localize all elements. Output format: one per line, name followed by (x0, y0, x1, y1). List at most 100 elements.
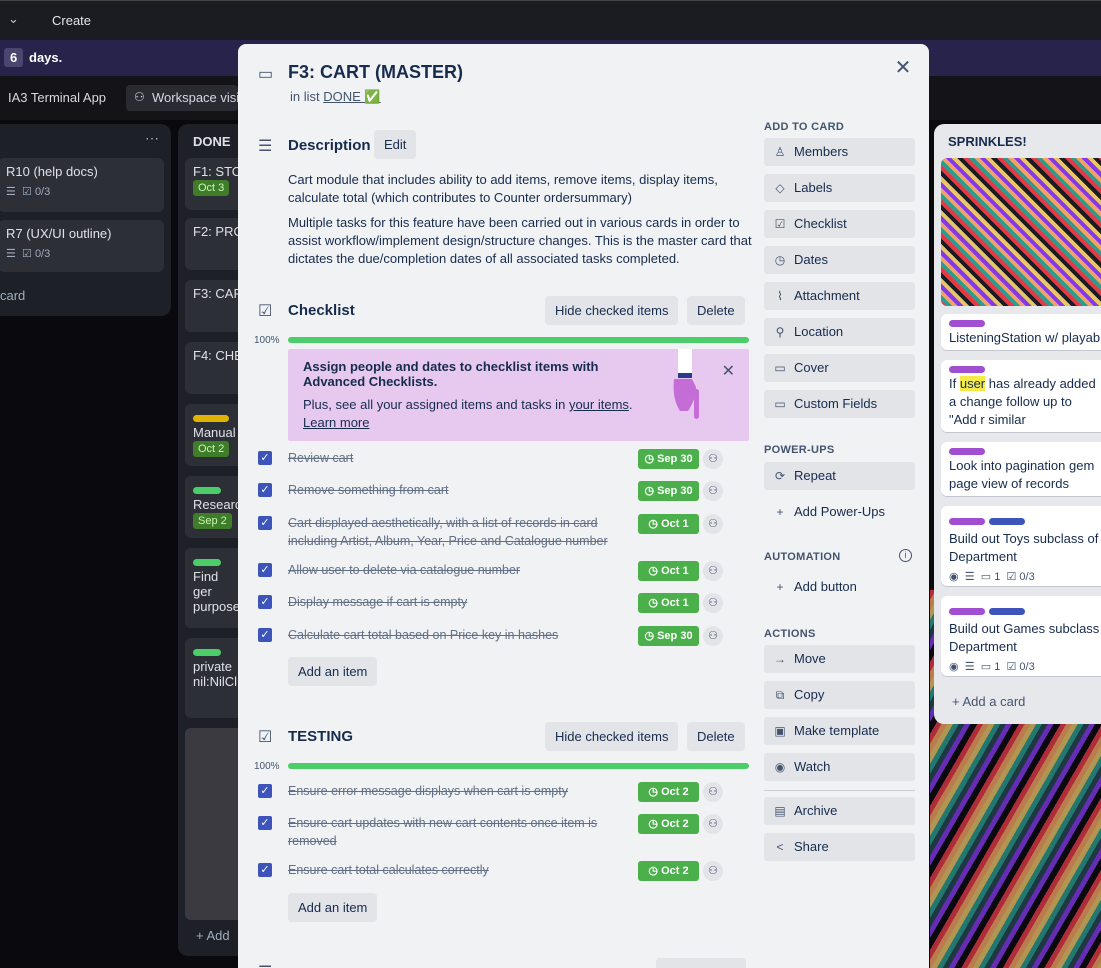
checkbox-checked[interactable]: ✓ (258, 516, 272, 530)
close-icon[interactable]: ✕ (889, 54, 917, 82)
archive-button[interactable]: ▤ Archive (764, 797, 915, 825)
list-card[interactable]: R7 (UX/UI outline) ☰ ☑ 0/3 (0, 220, 164, 272)
checklist-item-text[interactable]: Display message if cart is empty (288, 593, 628, 611)
add-card-button[interactable]: + Add a card (952, 694, 1025, 709)
add-checklist-item-button[interactable]: Add an item (288, 657, 378, 686)
assign-member-icon[interactable]: ⚇ (703, 782, 723, 802)
learn-more-link[interactable]: Learn more (303, 415, 369, 430)
board-name[interactable]: IA3 Terminal App (0, 85, 112, 111)
list-card[interactable]: Build out Toys subclass of Department ◉ … (941, 506, 1101, 586)
checklist-item-text[interactable]: Ensure cart total calculates correctly (288, 861, 628, 879)
list-card[interactable]: Build out Games subclass Department ◉ ☰ … (941, 596, 1101, 676)
checkbox-checked[interactable]: ✓ (258, 863, 272, 877)
attachment-button[interactable]: ⌇ Attachment (764, 282, 915, 310)
move-button[interactable]: → Move (764, 645, 915, 673)
checkbox-checked[interactable]: ✓ (258, 784, 272, 798)
checkbox-checked[interactable]: ✓ (258, 483, 272, 497)
show-details-button[interactable] (656, 958, 746, 968)
testing-checklist-heading[interactable]: TESTING (288, 728, 353, 745)
copy-button[interactable]: ⧉ Copy (764, 681, 915, 709)
card-title[interactable]: F3: CART (MASTER) (288, 62, 463, 83)
info-icon[interactable]: i (899, 549, 912, 562)
checkbox-checked[interactable]: ✓ (258, 816, 272, 830)
checklist-count: 0/3 (34, 186, 51, 198)
checkbox-checked[interactable]: ✓ (258, 451, 272, 465)
due-date-badge[interactable]: ◷ Oct 1 (638, 593, 699, 613)
add-card-button[interactable]: + Add (196, 928, 230, 943)
sidebar-button-label: Custom Fields (794, 396, 878, 411)
due-date-badge[interactable]: ◷ Sep 30 (638, 481, 699, 501)
edit-description-button[interactable]: Edit (374, 130, 417, 159)
assign-member-icon[interactable]: ⚇ (703, 814, 723, 834)
checklist-item-text[interactable]: Cart displayed aesthetically, with a lis… (288, 514, 628, 550)
dismiss-promo-icon[interactable]: ✕ (722, 361, 735, 381)
list-card[interactable]: If user has already added a change follo… (941, 360, 1101, 432)
list-title[interactable]: SPRINKLES! (948, 134, 1027, 149)
due-date-badge[interactable]: ◷ Oct 2 (638, 782, 699, 802)
due-date-badge[interactable]: ◷ Oct 2 (638, 814, 699, 834)
label-chip (949, 448, 985, 455)
list-title[interactable]: DONE (193, 134, 231, 149)
checklist-item-text[interactable]: Review cart (288, 449, 628, 467)
make-template-button[interactable]: ▣ Make template (764, 717, 915, 745)
card-title: Find ger purpose (193, 569, 240, 614)
location-button[interactable]: ⚲ Location (764, 318, 915, 346)
list-card[interactable]: R10 (help docs) ☰ ☑ 0/3 (0, 158, 164, 212)
chevron-down-icon[interactable]: ⌄ (8, 11, 19, 27)
add-power-ups-button[interactable]: + Add Power-Ups (764, 498, 915, 526)
add-card-button[interactable]: card (0, 288, 25, 303)
checklist-heading[interactable]: Checklist (288, 302, 355, 319)
assign-member-icon[interactable]: ⚇ (703, 449, 723, 469)
checklist-item-text[interactable]: Ensure error message displays when cart … (288, 782, 628, 800)
due-date-badge[interactable]: ◷ Oct 2 (638, 861, 699, 881)
checklist-item-text[interactable]: Calculate cart total based on Price key … (288, 626, 628, 644)
clock-icon: ◷ (644, 453, 658, 465)
cover-button[interactable]: ▭ Cover (764, 354, 915, 382)
assign-member-icon[interactable]: ⚇ (703, 514, 723, 534)
testing-percent: 100% (254, 761, 280, 772)
hide-checked-items-button[interactable]: Hide checked items (545, 722, 679, 751)
checkbox-checked[interactable]: ✓ (258, 595, 272, 609)
add-testing-item-button[interactable]: Add an item (288, 893, 378, 922)
checkbox-checked[interactable]: ✓ (258, 563, 272, 577)
description-paragraph[interactable]: Multiple tasks for this feature have bee… (288, 214, 753, 268)
your-items-link[interactable]: your items (569, 397, 629, 412)
share-button[interactable]: < Share (764, 833, 915, 861)
custom-fields-button[interactable]: ▭ Custom Fields (764, 390, 915, 418)
list-link[interactable]: DONE ✅ (323, 89, 380, 104)
checklist-button[interactable]: ☑ Checklist (764, 210, 915, 238)
due-date-badge[interactable]: ◷ Sep 30 (638, 626, 699, 646)
due-date-badge[interactable]: ◷ Oct 1 (638, 514, 699, 534)
create-button[interactable]: Create (52, 13, 91, 28)
add-button-icon: + (776, 580, 784, 594)
workspace-visibility-button[interactable]: ⚇ Workspace visi (126, 85, 238, 111)
list-menu-icon[interactable]: ⋯ (145, 130, 159, 147)
delete-checklist-button[interactable]: Delete (687, 722, 745, 751)
sprinkles-cover-image[interactable] (941, 158, 1101, 306)
due-date-text: Sep 30 (657, 453, 693, 465)
checkbox-checked[interactable]: ✓ (258, 628, 272, 642)
repeat-button[interactable]: ⟳ Repeat (764, 462, 915, 490)
assign-member-icon[interactable]: ⚇ (703, 861, 723, 881)
progress-fill (288, 337, 749, 343)
dates-button[interactable]: ◷ Dates (764, 246, 915, 274)
assign-member-icon[interactable]: ⚇ (703, 561, 723, 581)
labels-button[interactable]: ◇ Labels (764, 174, 915, 202)
list-card[interactable]: ListeningStation w/ playab (941, 314, 1101, 350)
label-chip (989, 608, 1025, 615)
checklist-item-text[interactable]: Remove something from cart (288, 481, 628, 499)
delete-checklist-button[interactable]: Delete (687, 296, 745, 325)
checklist-item-text[interactable]: Allow user to delete via catalogue numbe… (288, 561, 628, 579)
list-card[interactable]: Look into pagination gem page view of re… (941, 442, 1101, 496)
due-date-badge[interactable]: ◷ Sep 30 (638, 449, 699, 469)
watch-button[interactable]: ◉ Watch (764, 753, 915, 781)
due-date-badge[interactable]: ◷ Oct 1 (638, 561, 699, 581)
assign-member-icon[interactable]: ⚇ (703, 593, 723, 613)
checklist-item-text[interactable]: Ensure cart updates with new cart conten… (288, 814, 628, 850)
members-button[interactable]: ♙ Members (764, 138, 915, 166)
add-button-button[interactable]: + Add button (764, 573, 915, 601)
description-paragraph[interactable]: Cart module that includes ability to add… (288, 171, 753, 207)
assign-member-icon[interactable]: ⚇ (703, 626, 723, 646)
hide-checked-items-button[interactable]: Hide checked items (545, 296, 679, 325)
assign-member-icon[interactable]: ⚇ (703, 481, 723, 501)
